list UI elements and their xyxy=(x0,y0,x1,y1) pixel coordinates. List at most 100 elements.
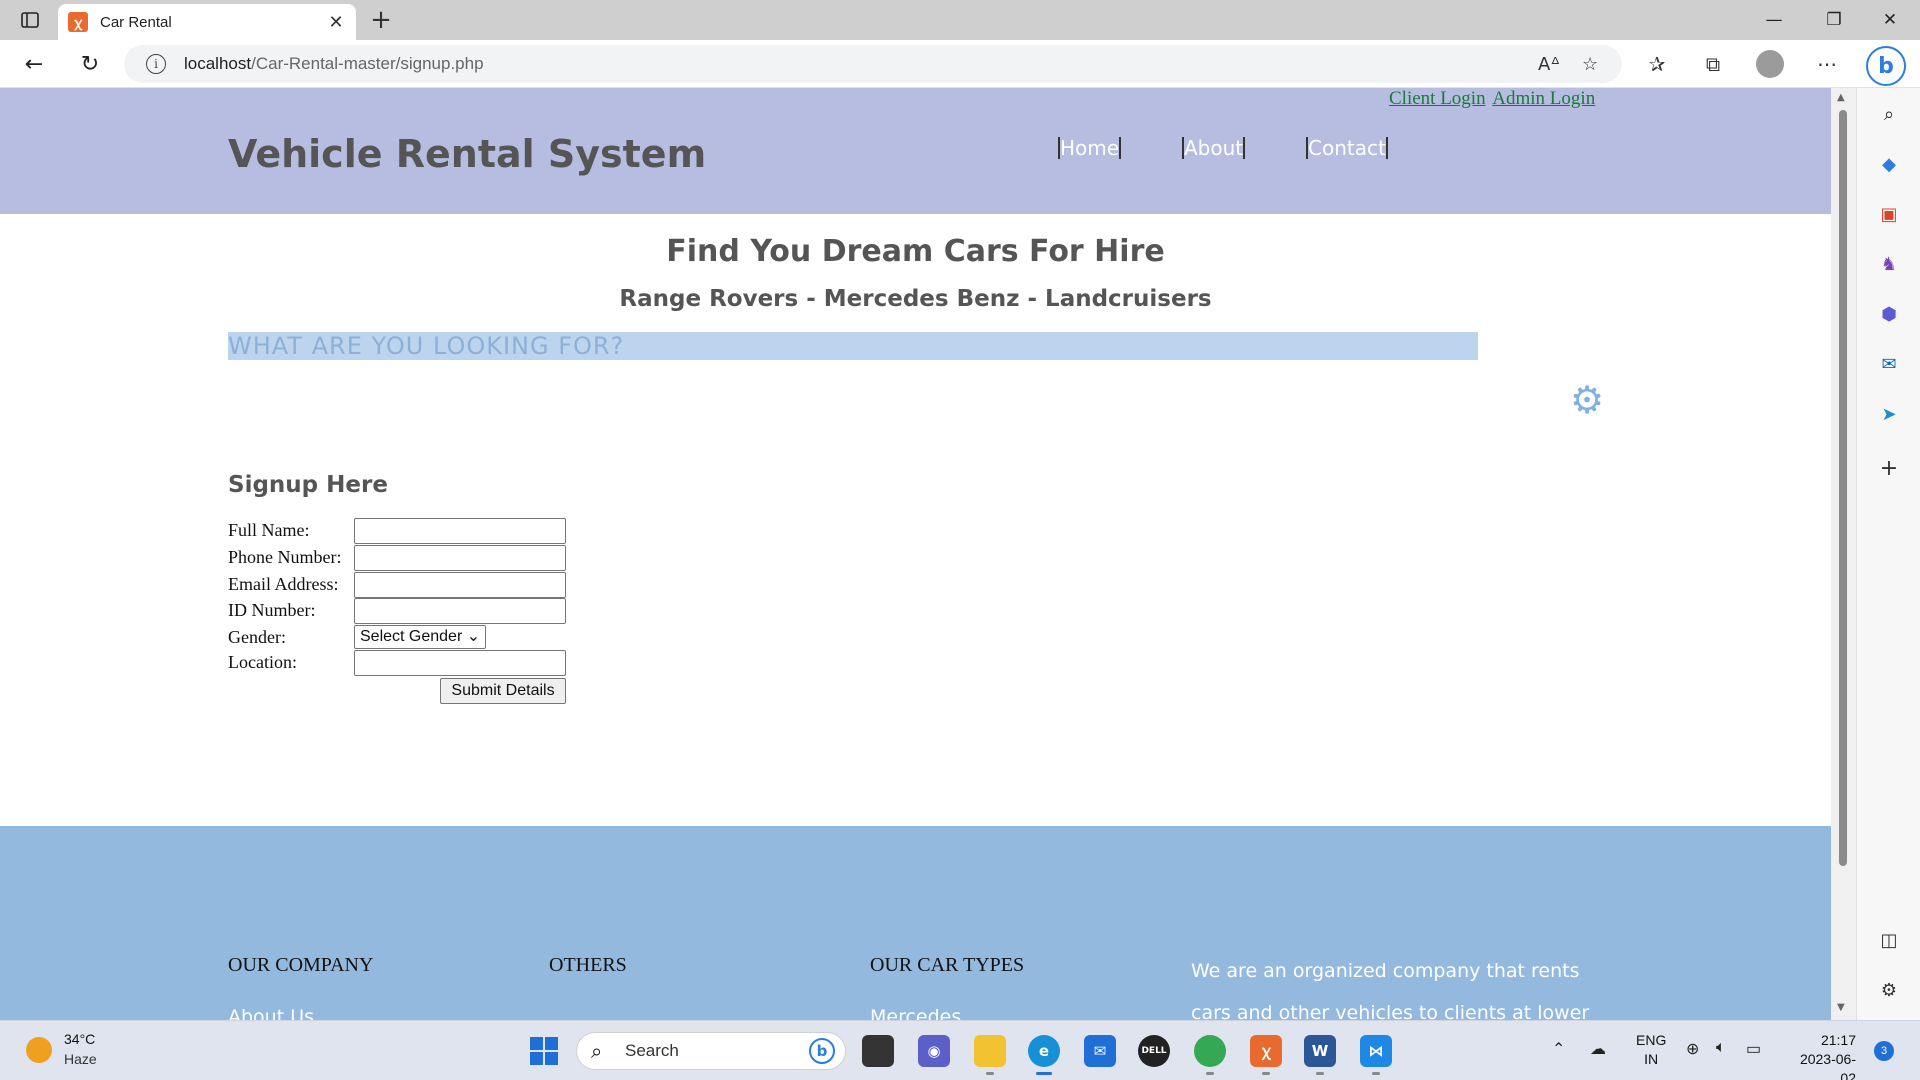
location-field[interactable] xyxy=(354,650,566,676)
footer-others-heading: OTHERS xyxy=(549,954,627,976)
form-row-email: Email Address: xyxy=(228,572,588,598)
form-row-full-name: Full Name: xyxy=(228,518,588,544)
site-footer: OUR COMPANY OTHERS OUR CAR TYPES About U… xyxy=(0,826,1831,1020)
battery-icon[interactable]: ▭ xyxy=(1746,1039,1761,1059)
top-links: Client Login Admin Login xyxy=(1389,88,1598,110)
signup-title: Signup Here xyxy=(228,472,388,498)
scroll-down-icon[interactable]: ▼ xyxy=(1837,1002,1845,1013)
file-explorer-icon[interactable] xyxy=(974,1035,1006,1075)
weather-temperature: 34°C xyxy=(64,1031,96,1047)
add-icon[interactable]: + xyxy=(1877,456,1901,481)
settings-icon[interactable]: ⚙ xyxy=(1877,978,1901,1002)
scrollbar-thumb[interactable] xyxy=(1839,110,1847,866)
form-row-gender: Gender: Select Gender ⌄ xyxy=(228,625,588,651)
admin-login-link[interactable]: Admin Login xyxy=(1492,88,1595,109)
more-menu-icon[interactable]: ⋯ xyxy=(1814,52,1840,76)
chrome-icon[interactable] xyxy=(1194,1035,1226,1075)
email-field[interactable] xyxy=(354,572,566,598)
gender-label: Gender: xyxy=(228,627,286,647)
search-icon: ⌕ xyxy=(591,1039,603,1063)
network-icon[interactable]: ⊕ xyxy=(1686,1039,1699,1059)
nav-about[interactable]: About xyxy=(1182,136,1246,160)
site-header: Client Login Admin Login Vehicle Rental … xyxy=(0,88,1831,214)
minimize-icon[interactable]: — xyxy=(1746,0,1802,40)
submit-details-button[interactable]: Submit Details xyxy=(440,678,566,704)
close-tab-icon[interactable]: ✕ xyxy=(326,12,346,33)
outlook-icon[interactable]: ✉ xyxy=(1877,352,1901,376)
xampp-icon[interactable]: ꭓ xyxy=(1250,1035,1282,1075)
address-bar[interactable]: i localhost/Car-Rental-master/signup.php xyxy=(124,45,1622,83)
email-label: Email Address: xyxy=(228,574,339,594)
bing-copilot-icon[interactable]: b xyxy=(1866,46,1906,86)
full-name-field[interactable] xyxy=(354,518,566,544)
id-number-label: ID Number: xyxy=(228,600,316,620)
url-text: localhost/Car-Rental-master/signup.php xyxy=(184,54,484,73)
id-number-field[interactable] xyxy=(354,598,566,624)
gear-icon[interactable]: ⚙ xyxy=(1570,378,1604,422)
site-title: Vehicle Rental System xyxy=(228,132,707,176)
dell-icon[interactable]: DELL xyxy=(1138,1035,1170,1067)
shopping-tag-icon[interactable]: ◆ xyxy=(1877,152,1901,176)
form-row-id-number: ID Number: xyxy=(228,598,588,624)
footer-our-company-heading: OUR COMPANY xyxy=(228,954,374,976)
phone-field[interactable] xyxy=(354,545,566,571)
gender-select[interactable]: Select Gender ⌄ xyxy=(354,625,486,649)
page-scrollbar[interactable]: ▲ ▼ xyxy=(1831,88,1856,1020)
back-icon[interactable]: ← xyxy=(16,48,52,80)
read-aloud-icon[interactable]: Aᐞ xyxy=(1538,54,1560,75)
volume-icon[interactable]: 🔈︎ xyxy=(1716,1039,1726,1057)
search-band: WHAT ARE YOU LOOKING FOR? xyxy=(228,332,1478,360)
task-view-icon[interactable] xyxy=(862,1035,894,1067)
search-icon[interactable]: ⌕ xyxy=(1877,102,1901,126)
refresh-icon[interactable]: ↻ xyxy=(72,48,108,80)
teams-chat-icon[interactable]: ◉ xyxy=(918,1035,950,1067)
full-name-label: Full Name: xyxy=(228,520,310,540)
games-icon[interactable]: ♞ xyxy=(1877,252,1901,276)
language-indicator[interactable]: ENG IN xyxy=(1636,1031,1666,1069)
nav-contact[interactable]: Contact xyxy=(1306,136,1388,160)
add-favorite-icon[interactable]: ☆ xyxy=(1582,54,1598,75)
start-menu-icon[interactable] xyxy=(530,1037,558,1065)
footer-about-us-link[interactable]: About Us xyxy=(228,1006,314,1020)
new-tab-icon[interactable]: + xyxy=(366,6,396,34)
location-label: Location: xyxy=(228,652,297,672)
mail-icon[interactable]: ✉ xyxy=(1084,1035,1116,1067)
edge-sidebar: ⌕ ◆ ▣ ♞ ⬢ ✉ ➤ + ◫ ⚙ xyxy=(1856,88,1920,1020)
browser-tab[interactable]: ꭓ Car Rental ✕ xyxy=(58,4,356,40)
bing-icon: b xyxy=(809,1038,835,1064)
notification-badge[interactable]: 3 xyxy=(1874,1041,1894,1061)
tools-icon[interactable]: ▣ xyxy=(1877,202,1901,226)
taskbar-search[interactable]: ⌕ Search b xyxy=(576,1032,846,1070)
restore-icon[interactable]: ❐ xyxy=(1806,0,1862,40)
system-clock[interactable]: 21:17 2023-06-02 xyxy=(1786,1031,1856,1080)
edge-browser-icon[interactable]: e xyxy=(1028,1035,1060,1075)
site-info-icon[interactable]: i xyxy=(146,54,166,74)
taskbar-search-label: Search xyxy=(625,1041,679,1060)
nav-home[interactable]: Home xyxy=(1058,136,1122,160)
drop-icon[interactable]: ➤ xyxy=(1877,402,1901,426)
word-icon[interactable]: W xyxy=(1304,1035,1336,1075)
profile-avatar[interactable] xyxy=(1756,50,1784,78)
favorites-icon[interactable]: ✰ xyxy=(1644,52,1670,76)
client-login-link[interactable]: Client Login xyxy=(1389,88,1486,109)
tab-title: Car Rental xyxy=(100,13,172,31)
weather-description: Haze xyxy=(64,1051,97,1067)
xampp-favicon-icon: ꭓ xyxy=(68,12,88,32)
form-row-phone: Phone Number: xyxy=(228,545,588,571)
collections-icon[interactable]: ⧉ xyxy=(1700,52,1726,76)
chevron-down-icon: ⌄ xyxy=(466,628,481,645)
windows-taskbar: 34°C Haze ⌕ Search b ◉ e ✉ DELL ꭓ W ⋈ ⌃ … xyxy=(0,1020,1920,1080)
scroll-up-icon[interactable]: ▲ xyxy=(1837,92,1845,103)
browser-tab-bar: ꭓ Car Rental ✕ + — ❐ ✕ xyxy=(0,0,1920,40)
sidebar-toggle-icon[interactable]: ◫ xyxy=(1877,928,1901,952)
microsoft-365-icon[interactable]: ⬢ xyxy=(1877,302,1901,326)
window-close-icon[interactable]: ✕ xyxy=(1862,0,1918,40)
tab-actions-icon[interactable] xyxy=(14,8,46,32)
hero-subtitle: Range Rovers - Mercedes Benz - Landcruis… xyxy=(619,286,1212,312)
weather-haze-icon[interactable] xyxy=(26,1037,52,1063)
footer-mercedes-link[interactable]: Mercedes xyxy=(870,1006,961,1020)
form-row-location: Location: xyxy=(228,650,588,676)
show-hidden-icons-icon[interactable]: ⌃ xyxy=(1552,1039,1565,1059)
vscode-icon[interactable]: ⋈ xyxy=(1360,1035,1392,1075)
onedrive-icon[interactable]: ☁ xyxy=(1590,1039,1606,1059)
